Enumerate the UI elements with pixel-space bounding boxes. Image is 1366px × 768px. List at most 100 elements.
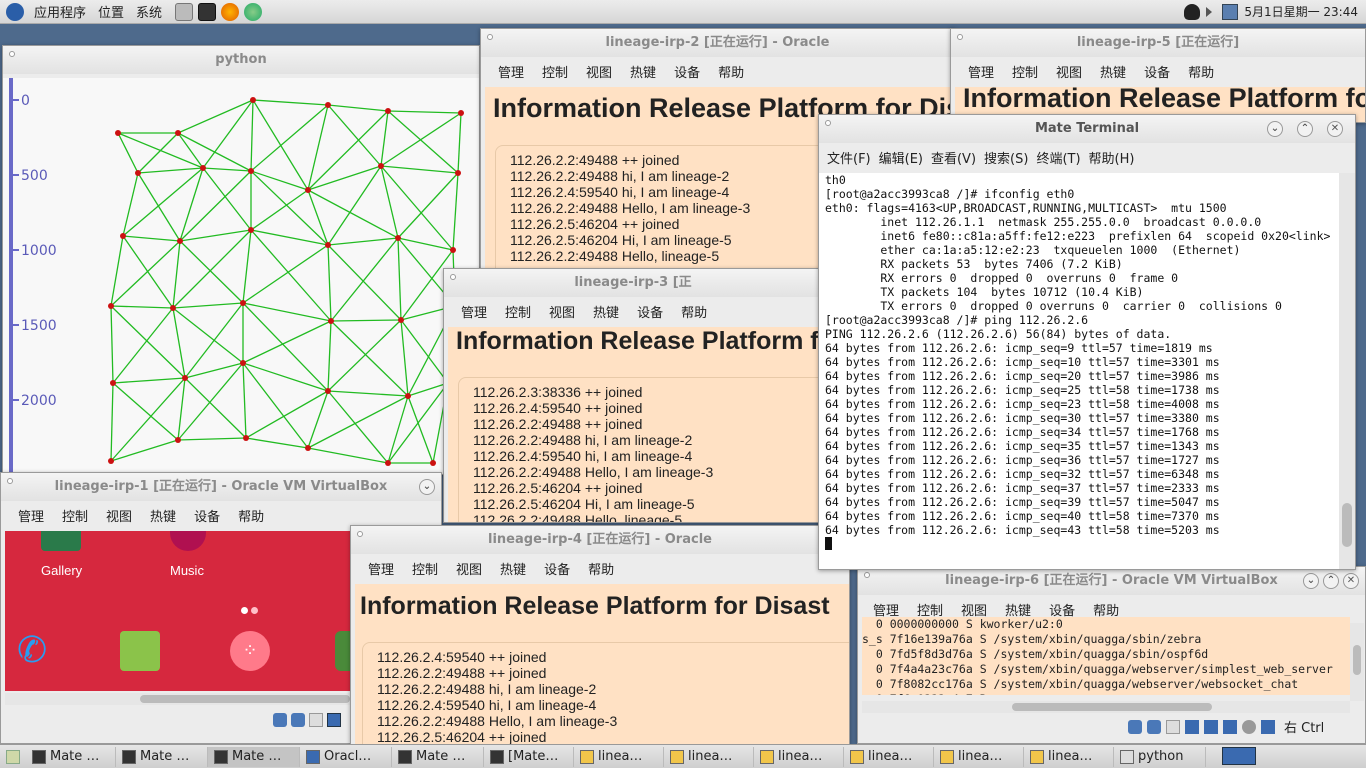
menu-view[interactable]: 查看(V) xyxy=(927,148,980,167)
file-manager-icon[interactable] xyxy=(175,2,194,21)
folder-icon[interactable] xyxy=(309,713,323,727)
menu-devices[interactable]: 设备 xyxy=(1040,600,1084,619)
taskbar-button[interactable]: linea… xyxy=(1024,746,1114,767)
taskbar-button[interactable]: Mate … xyxy=(116,746,208,767)
menu-help[interactable]: 帮助 xyxy=(1179,62,1223,81)
menu-hotkey[interactable]: 热键 xyxy=(621,62,665,81)
python-titlebar[interactable]: python xyxy=(3,46,479,74)
taskbar-button[interactable]: [Mate… xyxy=(484,746,574,767)
menu-hotkey[interactable]: 热键 xyxy=(491,559,535,578)
menu-devices[interactable]: 设备 xyxy=(535,559,579,578)
taskbar-button[interactable]: linea… xyxy=(844,746,934,767)
mouse-integration-icon[interactable] xyxy=(1261,719,1275,734)
menu-view[interactable]: 视图 xyxy=(540,302,584,321)
menu-search[interactable]: 搜索(S) xyxy=(980,148,1032,167)
vertical-scrollbar[interactable] xyxy=(1350,623,1364,701)
display-icon[interactable] xyxy=(1185,719,1199,734)
taskbar-button[interactable]: linea… xyxy=(934,746,1024,767)
shared-folder-icon[interactable] xyxy=(1147,719,1161,734)
show-desktop-icon[interactable] xyxy=(6,749,20,764)
horizontal-scrollbar[interactable] xyxy=(862,701,1350,713)
taskbar-button[interactable]: python xyxy=(1114,746,1206,767)
menu-file[interactable]: 文件(F) xyxy=(823,148,875,167)
taskbar-button[interactable]: linea… xyxy=(664,746,754,767)
maximize-button[interactable]: ⌃ xyxy=(1297,121,1313,137)
menu-help[interactable]: 帮助 xyxy=(672,302,716,321)
taskbar-button[interactable]: Mate … xyxy=(26,746,116,767)
menu-manage[interactable]: 管理 xyxy=(9,506,53,525)
menu-view[interactable]: 视图 xyxy=(1047,62,1091,81)
workspace-switcher[interactable] xyxy=(1222,747,1256,765)
menu-control[interactable]: 控制 xyxy=(403,559,447,578)
phone-icon[interactable]: ✆ xyxy=(17,631,57,671)
cpu-icon[interactable] xyxy=(1242,719,1256,734)
music-app-icon[interactable] xyxy=(170,531,206,551)
network-adapter-icon[interactable] xyxy=(1204,719,1218,734)
volume-icon[interactable] xyxy=(1206,6,1216,17)
minimize-button[interactable]: ⌄ xyxy=(1303,573,1319,589)
terminal-titlebar[interactable]: Mate Terminal ⌄ ⌃ ✕ xyxy=(819,115,1355,143)
menu-manage[interactable]: 管理 xyxy=(452,302,496,321)
menu-control[interactable]: 控制 xyxy=(1003,62,1047,81)
close-button[interactable]: ✕ xyxy=(1343,573,1359,589)
fedora-icon[interactable] xyxy=(6,2,24,21)
menu-view[interactable]: 视图 xyxy=(952,600,996,619)
menu-help[interactable]: 帮助 xyxy=(709,62,753,81)
menu-hotkey[interactable]: 热键 xyxy=(1091,62,1135,81)
irp2-titlebar[interactable]: lineage-irp-2 [正在运行] - Oracle xyxy=(481,29,954,57)
menu-help[interactable]: 帮助 xyxy=(1084,600,1128,619)
menu-devices[interactable]: 设备 xyxy=(665,62,709,81)
taskbar-button[interactable]: Oracl… xyxy=(300,746,392,767)
menu-view[interactable]: 视图 xyxy=(447,559,491,578)
menu-manage[interactable]: 管理 xyxy=(959,62,1003,81)
menu-control[interactable]: 控制 xyxy=(533,62,577,81)
system-menu[interactable]: 系统 xyxy=(134,2,164,21)
maximize-button[interactable]: ⌃ xyxy=(1323,573,1339,589)
applications-menu[interactable]: 应用程序 xyxy=(32,2,88,21)
messaging-icon[interactable] xyxy=(120,631,160,671)
minimize-button[interactable]: ⌄ xyxy=(1267,121,1283,137)
tux-icon[interactable] xyxy=(1184,3,1201,20)
irp3-titlebar[interactable]: lineage-irp-3 [正 xyxy=(444,269,822,297)
minimize-button[interactable]: ⌄ xyxy=(419,479,435,495)
places-menu[interactable]: 位置 xyxy=(96,2,126,21)
network-app-icon[interactable] xyxy=(244,2,263,21)
menu-edit[interactable]: 编辑(E) xyxy=(875,148,927,167)
gallery-app-icon[interactable] xyxy=(41,531,81,551)
menu-control[interactable]: 控制 xyxy=(908,600,952,619)
usb-icon[interactable] xyxy=(1128,719,1142,734)
irp4-titlebar[interactable]: lineage-irp-4 [正在运行] - Oracle xyxy=(351,526,849,554)
irp6-titlebar[interactable]: lineage-irp-6 [正在运行] - Oracle VM Virtual… xyxy=(858,567,1365,595)
clock[interactable]: 5月1日星期一 23:44 xyxy=(1244,3,1358,20)
menu-control[interactable]: 控制 xyxy=(53,506,97,525)
app-drawer-icon[interactable]: ⁘ xyxy=(230,631,270,671)
menu-devices[interactable]: 设备 xyxy=(1135,62,1179,81)
taskbar-button[interactable]: linea… xyxy=(754,746,844,767)
menu-help[interactable]: 帮助 xyxy=(229,506,273,525)
taskbar-button[interactable]: Mate … xyxy=(392,746,484,767)
menu-hotkey[interactable]: 热键 xyxy=(141,506,185,525)
menu-help[interactable]: 帮助 xyxy=(579,559,623,578)
taskbar-button[interactable]: Mate … xyxy=(208,746,300,767)
recording-icon[interactable] xyxy=(1223,719,1237,734)
menu-view[interactable]: 视图 xyxy=(97,506,141,525)
menu-hotkey[interactable]: 热键 xyxy=(584,302,628,321)
vertical-scrollbar[interactable] xyxy=(1339,173,1355,569)
menu-terminal[interactable]: 终端(T) xyxy=(1032,148,1084,167)
menu-manage[interactable]: 管理 xyxy=(864,600,908,619)
irp1-titlebar[interactable]: lineage-irp-1 [正在运行] - Oracle VM Virtual… xyxy=(1,473,441,501)
folder-icon[interactable] xyxy=(1166,719,1180,734)
menu-view[interactable]: 视图 xyxy=(577,62,621,81)
menu-devices[interactable]: 设备 xyxy=(185,506,229,525)
firefox-icon[interactable] xyxy=(221,2,240,21)
close-button[interactable]: ✕ xyxy=(1327,121,1343,137)
irp5-titlebar[interactable]: lineage-irp-5 [正在运行] xyxy=(951,29,1365,57)
terminal-output[interactable]: th0 [root@a2acc3993ca8 /]# ifconfig eth0 e… xyxy=(819,173,1339,569)
menu-devices[interactable]: 设备 xyxy=(628,302,672,321)
shared-folder-icon[interactable] xyxy=(291,713,305,727)
usb-icon[interactable] xyxy=(273,713,287,727)
display-icon[interactable] xyxy=(327,713,341,727)
menu-help[interactable]: 帮助(H) xyxy=(1085,148,1139,167)
menu-manage[interactable]: 管理 xyxy=(489,62,533,81)
menu-manage[interactable]: 管理 xyxy=(359,559,403,578)
